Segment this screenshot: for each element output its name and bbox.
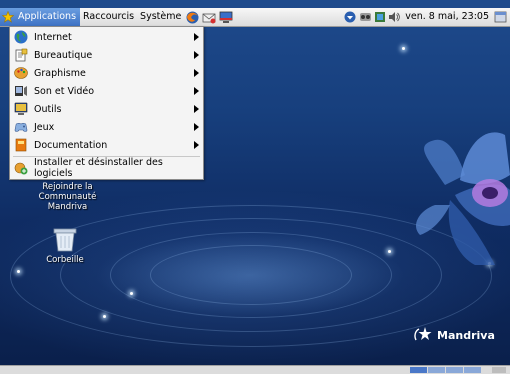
menu-item-internet[interactable]: Internet (10, 28, 203, 46)
menu-item-installer-logiciels[interactable]: Installer et désinstaller des logiciels (10, 157, 203, 179)
menu-item-label: Outils (34, 103, 62, 115)
applications-label: Applications (18, 11, 77, 22)
menu-item-outils[interactable]: Outils (10, 100, 203, 118)
menu-item-label: Bureautique (34, 49, 93, 61)
office-icon (15, 48, 28, 62)
submenu-arrow-icon (194, 141, 199, 149)
desktop-icon-label: Mandriva (47, 202, 88, 212)
palette-icon (14, 67, 28, 79)
submenu-arrow-icon (194, 69, 199, 77)
flower-decoration (415, 132, 510, 265)
menu-item-label: Documentation (34, 139, 108, 151)
clock[interactable]: ven. 8 mai, 23:05 (402, 8, 492, 26)
applet-icon[interactable] (374, 11, 386, 23)
mandriva-logo: Mandriva (413, 326, 495, 344)
workspace-switcher-1[interactable] (410, 367, 427, 373)
menu-item-label: Jeux (34, 121, 55, 133)
menu-item-label: Son et Vidéo (34, 85, 95, 97)
update-arrow-icon[interactable] (344, 11, 356, 23)
trash-applet-icon[interactable] (492, 367, 506, 373)
submenu-arrow-icon (194, 105, 199, 113)
applications-dropdown-menu: Internet Bureautique Graphisme Son et Vi… (9, 26, 204, 180)
desktop-icon-label: Rejoindre la (42, 182, 93, 192)
tools-icon (14, 102, 28, 115)
top-panel: Applications Raccourcis Système ven. 8 m… (0, 8, 510, 27)
menu-item-jeux[interactable]: Jeux (10, 118, 203, 136)
firefox-icon[interactable] (186, 11, 199, 24)
menu-item-documentation[interactable]: Documentation (10, 136, 203, 154)
email-client-icon[interactable] (202, 11, 217, 24)
volume-icon[interactable] (388, 11, 401, 23)
desktop-icon-corbeille[interactable]: Corbeille (40, 228, 90, 265)
install-icon (14, 162, 28, 175)
sparkle (103, 315, 106, 318)
submenu-arrow-icon (194, 33, 199, 41)
submenu-arrow-icon (194, 123, 199, 131)
submenu-arrow-icon (194, 87, 199, 95)
multimedia-icon (15, 86, 27, 96)
menu-item-graphisme[interactable]: Graphisme (10, 64, 203, 82)
desktop-icon-communaute[interactable]: Rejoindre la Communauté Mandriva (30, 182, 105, 212)
sparkle (17, 270, 20, 273)
system-tray: ven. 8 mai, 23:05 (344, 8, 510, 26)
window-list-icon[interactable] (494, 11, 507, 23)
submenu-arrow-icon (194, 51, 199, 59)
trash-icon (53, 228, 77, 252)
sparkle (402, 47, 405, 50)
globe-icon (14, 30, 28, 44)
network-icon[interactable] (359, 11, 372, 23)
workspace-switcher-4[interactable] (464, 367, 481, 373)
workspace-switcher-3[interactable] (446, 367, 463, 373)
desktop-icon-label: Communauté (38, 192, 97, 202)
menu-item-bureautique[interactable]: Bureautique (10, 46, 203, 64)
sparkle (388, 250, 391, 253)
menu-item-label: Installer et désinstaller des logiciels (34, 157, 163, 179)
brand-name: Mandriva (437, 328, 495, 342)
menu-item-son-et-video[interactable]: Son et Vidéo (10, 82, 203, 100)
book-icon (15, 138, 27, 152)
mandriva-star-icon (2, 11, 14, 23)
gamepad-icon (14, 123, 28, 132)
menu-item-label: Internet (34, 31, 72, 43)
applications-menu-button[interactable]: Applications (0, 8, 81, 26)
workspace-switcher-2[interactable] (428, 367, 445, 373)
sparkle (130, 292, 133, 295)
menu-item-label: Graphisme (34, 67, 86, 79)
raccourcis-menu-button[interactable]: Raccourcis (80, 8, 137, 26)
mandriva-star-icon (414, 327, 432, 341)
monitor-icon[interactable] (219, 11, 233, 24)
systeme-menu-button[interactable]: Système (137, 8, 184, 26)
desktop-icon-label: Corbeille (46, 255, 84, 265)
